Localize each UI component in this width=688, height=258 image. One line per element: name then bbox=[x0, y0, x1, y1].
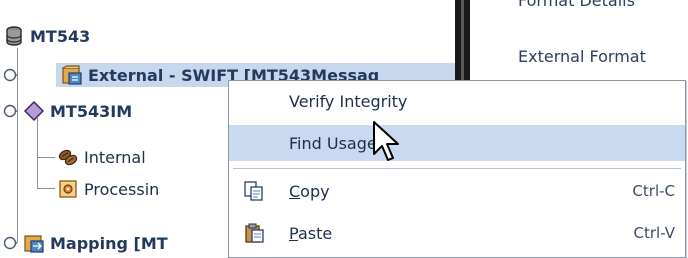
tree-item-processing[interactable]: Processin bbox=[57, 177, 159, 201]
processing-icon bbox=[57, 178, 79, 200]
menu-item-label-rest: aste bbox=[297, 223, 333, 243]
beans-icon bbox=[57, 146, 79, 168]
mnemonic: P bbox=[289, 223, 298, 243]
menu-item-paste[interactable]: Paste Ctrl-V bbox=[229, 215, 685, 251]
expand-handle-icon[interactable] bbox=[3, 236, 17, 250]
tree-item-label: MT543IM bbox=[50, 101, 133, 121]
tree-item-label: Processin bbox=[84, 179, 160, 199]
menu-shortcut: Ctrl-C bbox=[632, 182, 675, 200]
menu-separator bbox=[233, 168, 681, 169]
tree-line bbox=[37, 188, 55, 189]
tree-item-mt543im[interactable]: MT543IM bbox=[23, 99, 132, 123]
tree-line bbox=[37, 118, 38, 188]
external-format-label: External Format bbox=[518, 47, 646, 66]
mnemonic: C bbox=[289, 181, 301, 201]
menu-item-copy[interactable]: Copy Ctrl-C bbox=[229, 173, 685, 209]
menu-item-label: Verify Integrity bbox=[289, 91, 408, 111]
menu-item-label-rest: opy bbox=[300, 181, 330, 201]
menu-item-label: Paste bbox=[289, 224, 332, 243]
menu-shortcut: Ctrl-V bbox=[633, 224, 675, 242]
tree-root[interactable]: MT543 bbox=[0, 24, 90, 48]
menu-item-label: Copy bbox=[289, 182, 330, 201]
tree-line bbox=[17, 48, 18, 243]
expand-handle-icon[interactable] bbox=[3, 104, 17, 118]
tree-line bbox=[37, 157, 55, 158]
tree-item-mapping[interactable]: Mapping [MT bbox=[23, 231, 168, 255]
context-menu: Verify Integrity Find Usage Copy Ctrl-C … bbox=[228, 80, 686, 258]
external-format-icon bbox=[61, 64, 83, 86]
menu-item-find-usage[interactable]: Find Usage bbox=[229, 125, 685, 161]
details-header: Format Details bbox=[518, 0, 635, 10]
mouse-pointer-icon bbox=[373, 121, 399, 161]
mapping-icon bbox=[23, 232, 45, 254]
tree-item-internal[interactable]: Internal bbox=[57, 145, 146, 169]
tree-item-label: Mapping [MT bbox=[50, 233, 168, 253]
copy-icon bbox=[243, 180, 265, 202]
database-icon bbox=[3, 25, 25, 47]
menu-item-label: Find Usage bbox=[289, 133, 377, 153]
tree-item-label: Internal bbox=[84, 147, 146, 167]
diamond-icon bbox=[23, 100, 45, 122]
expand-handle-icon[interactable] bbox=[3, 68, 17, 82]
paste-icon bbox=[243, 222, 265, 244]
menu-item-verify-integrity[interactable]: Verify Integrity bbox=[229, 83, 685, 119]
tree-root-label: MT543 bbox=[30, 26, 91, 46]
